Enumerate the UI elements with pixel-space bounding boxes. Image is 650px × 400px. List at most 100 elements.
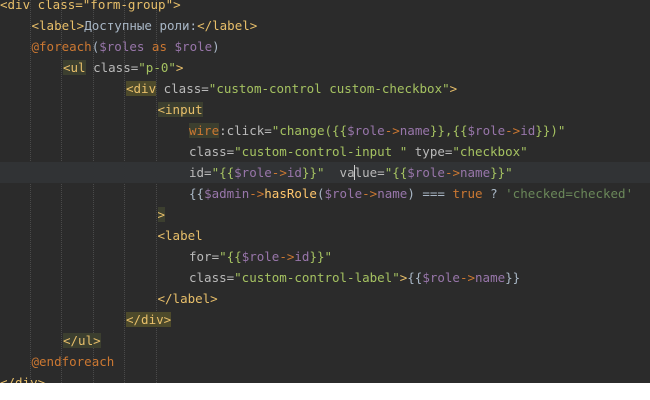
code-token: name <box>460 165 491 180</box>
code-token: -> <box>362 186 378 201</box>
code-line-content: wire:click="change({{$role->name}},{{$ro… <box>189 120 565 141</box>
code-token: name <box>399 123 430 138</box>
code-token: -> <box>384 123 400 138</box>
code-token: for= <box>189 249 220 264</box>
code-line[interactable]: <label>Доступные роли:</label> <box>0 15 650 36</box>
code-token: @foreach <box>31 39 92 54</box>
code-token: as <box>144 39 175 54</box>
code-token: }},{{ <box>429 123 468 138</box>
code-token: }} <box>505 270 521 285</box>
code-token: </label> <box>197 18 258 33</box>
code-line-content: {{$admin->hasRole($role->name) === true … <box>189 183 633 204</box>
code-token: <input <box>157 102 203 117</box>
code-token: $role <box>347 123 385 138</box>
code-token: }}" <box>301 165 325 180</box>
code-token: <ul <box>63 60 86 75</box>
code-line-content: id="{{$role->id}}" value="{{$role->name}… <box>189 162 513 183</box>
code-line[interactable]: </label> <box>0 288 650 309</box>
code-token: }}" <box>490 165 513 180</box>
code-token: {{ <box>189 186 205 201</box>
code-line[interactable]: <div class="custom-control custom-checkb… <box>0 78 650 99</box>
code-line[interactable]: {{$admin->hasRole($role->name) === true … <box>0 183 650 204</box>
code-token: name <box>377 186 408 201</box>
code-token: id= <box>189 165 212 180</box>
code-line[interactable]: wire:click="change({{$role->name}},{{$ro… <box>0 120 650 141</box>
code-line[interactable]: class="custom-control-label">{{$role->na… <box>0 267 650 288</box>
code-line-content: </label> <box>158 288 218 309</box>
code-token: -> <box>249 186 265 201</box>
code-token: class= <box>85 60 139 75</box>
code-token: -> <box>271 165 287 180</box>
code-line[interactable]: id="{{$role->id}}" value="{{$role->name}… <box>0 162 650 183</box>
code-token: @endforeach <box>31 354 115 369</box>
code-line[interactable]: @foreach($roles as $role) <box>0 36 650 57</box>
code-token: $role <box>234 165 272 180</box>
code-line-content: <input <box>157 99 203 120</box>
code-token: "custom-control custom-checkbox" <box>208 81 450 96</box>
code-token: </div> <box>126 312 172 327</box>
code-line-content: <label <box>158 225 203 246</box>
code-line[interactable]: <div class="form-group"> <box>0 0 650 15</box>
code-token: :click= <box>219 123 272 138</box>
code-line[interactable]: <label <box>0 225 650 246</box>
code-token: ) === <box>407 186 453 201</box>
code-token: "{{ <box>211 165 235 180</box>
code-line-content: </ul> <box>63 330 101 351</box>
code-line[interactable]: </ul> <box>0 330 650 351</box>
code-line[interactable]: </div> <box>0 309 650 330</box>
code-token: <label <box>157 228 203 243</box>
code-token: > <box>175 60 184 75</box>
code-line-content: <div class="form-group"> <box>0 0 181 15</box>
code-token: "checkbox" <box>452 144 528 159</box>
code-token: > <box>157 207 166 222</box>
code-line-content: class="custom-control-label">{{$role->na… <box>189 267 520 288</box>
code-line[interactable]: for="{{$role->id}}" <box>0 246 650 267</box>
code-line-content: > <box>157 204 166 225</box>
code-token: -> <box>444 165 460 180</box>
code-line-content: <label>Доступные роли:</label> <box>32 15 258 36</box>
code-token: <div <box>126 81 157 96</box>
code-token: "custom-control-input " <box>234 144 408 159</box>
code-token: id <box>520 123 536 138</box>
code-token: type= <box>407 144 453 159</box>
code-token: name <box>475 270 506 285</box>
code-token: </ul> <box>63 333 101 348</box>
code-token: "{{ <box>219 249 242 264</box>
code-token: $admin <box>204 186 250 201</box>
code-token: </div> <box>0 375 46 383</box>
code-line[interactable]: <ul class="p-0"> <box>0 57 650 78</box>
code-token: $role <box>422 270 460 285</box>
code-line[interactable]: @endforeach <box>0 351 650 372</box>
code-editor[interactable]: <div class="form-group"> <label>Доступные… <box>0 0 650 383</box>
code-token: {{ <box>407 270 423 285</box>
code-line[interactable]: > <box>0 204 650 225</box>
code-token: lue= <box>354 165 385 180</box>
code-token: $role <box>324 186 363 201</box>
code-line[interactable]: <input <box>0 99 650 120</box>
code-token: -> <box>459 270 476 285</box>
code-line-content: @foreach($roles as $role) <box>32 36 220 57</box>
code-token: > <box>449 81 458 96</box>
code-line[interactable]: </div> <box>0 372 650 383</box>
code-token: }}" <box>309 249 333 264</box>
code-token: class= <box>189 144 235 159</box>
code-token: }})" <box>535 123 566 138</box>
code-token: id <box>294 249 310 264</box>
code-token: $role <box>467 123 506 138</box>
code-token: ( <box>316 186 325 201</box>
code-token: class= <box>189 270 235 285</box>
code-token: $role <box>241 249 280 264</box>
code-token: "custom-control-label" <box>234 270 400 285</box>
code-line-content: for="{{$role->id}}" <box>189 246 332 267</box>
code-token: "p-0" <box>138 60 176 75</box>
code-token: <label> <box>31 18 85 33</box>
code-line-content: <ul class="p-0"> <box>63 57 183 78</box>
code-token: id <box>286 165 302 180</box>
code-token: -> <box>505 123 521 138</box>
code-line-content: <div class="custom-control custom-checkb… <box>126 78 457 99</box>
code-line-content: class="custom-control-input " type="chec… <box>189 141 528 162</box>
code-token: <div class="form-group"> <box>0 0 181 12</box>
code-token: </label> <box>157 291 218 306</box>
code-token: "change({{ <box>271 123 348 138</box>
code-line[interactable]: class="custom-control-input " type="chec… <box>0 141 650 162</box>
